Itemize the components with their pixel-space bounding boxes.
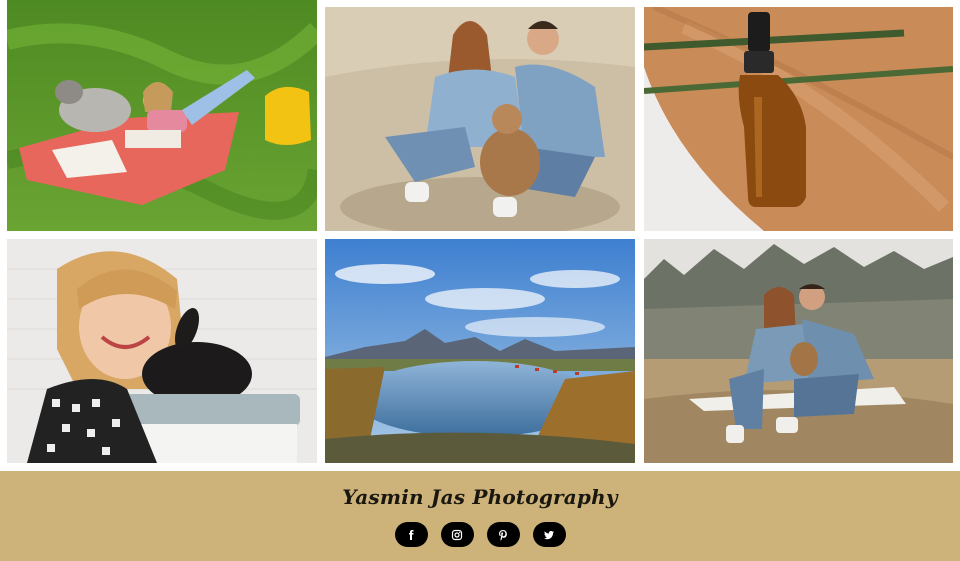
twitter-icon <box>544 530 554 539</box>
photo-gallery <box>0 0 960 470</box>
twitter-link[interactable] <box>532 522 566 547</box>
gallery-photo-amber-bottle[interactable] <box>644 7 953 231</box>
instagram-icon <box>451 529 463 540</box>
social-links <box>0 522 960 547</box>
pinterest-icon <box>499 529 507 541</box>
gallery-photo-couple-field[interactable] <box>644 239 953 463</box>
gallery-photo-mountain-lake[interactable] <box>325 239 635 463</box>
gallery-photo-couple-dog[interactable] <box>325 7 635 231</box>
gallery-photo-girl-husky[interactable] <box>7 0 317 231</box>
instagram-link[interactable] <box>440 522 474 547</box>
footer-brand-title: Yasmin Jas Photography <box>342 485 618 509</box>
pinterest-link[interactable] <box>486 522 520 547</box>
facebook-link[interactable] <box>394 522 428 547</box>
facebook-icon <box>409 529 414 540</box>
site-footer: Yasmin Jas Photography <box>0 471 960 561</box>
gallery-photo-girl-rabbit[interactable] <box>7 239 317 463</box>
